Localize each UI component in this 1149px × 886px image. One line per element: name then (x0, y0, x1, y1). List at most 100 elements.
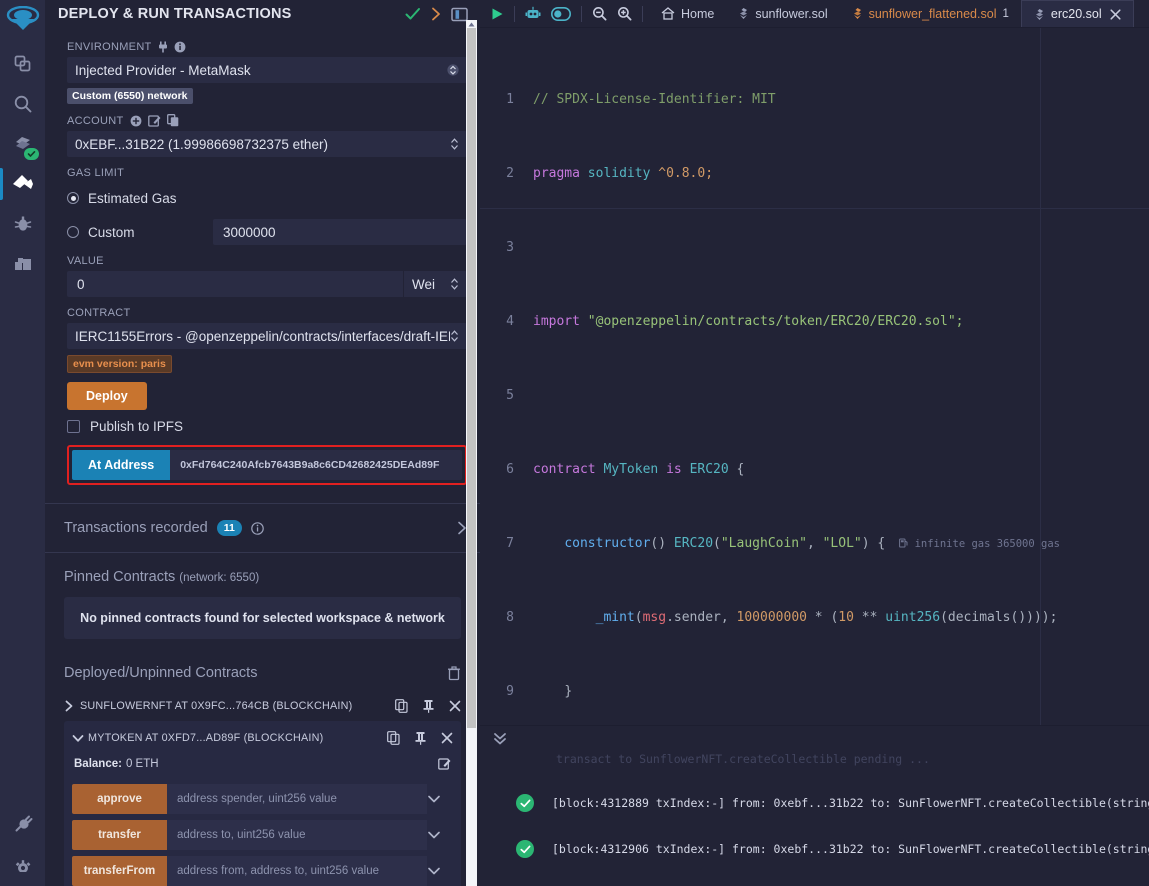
terminal-log-row[interactable]: [block:4312906 txIndex:-] from: 0xebf...… (480, 826, 1149, 872)
sidebar-item-search[interactable] (0, 84, 45, 124)
code-token-open: ( (634, 609, 643, 625)
radio-custom-gas-control[interactable] (67, 226, 79, 238)
line-number: 9 (506, 683, 514, 699)
info-icon[interactable] (251, 521, 264, 535)
sidebar-item-solidity-compiler[interactable] (0, 124, 45, 164)
at-address-button[interactable]: At Address (72, 450, 171, 480)
publish-ipfs-label: Publish to IPFS (90, 419, 184, 434)
contract-name: MYTOKEN AT 0XFD7...AD89F (BLOCKCHAIN) (88, 732, 324, 744)
function-args-approve[interactable]: address spender, uint256 value (167, 784, 427, 814)
trash-icon[interactable] (447, 665, 461, 681)
custom-gas-input[interactable]: 3000000 (213, 219, 467, 245)
code-token-brace: } (564, 683, 573, 699)
code-token-parens: () (650, 535, 667, 551)
line-number: 1 (506, 91, 514, 107)
code-editor[interactable]: 1 // SPDX-License-Identifier: MIT 2 prag… (480, 28, 1149, 725)
function-button-approve[interactable]: approve (72, 784, 167, 814)
scrollbar-thumb[interactable] (467, 28, 476, 728)
balance-row: Balance: 0 ETH (72, 753, 453, 778)
function-button-transferfrom[interactable]: transferFrom (72, 856, 167, 886)
gear-icon[interactable] (0, 844, 45, 886)
editor-tabbar: Home sunflower.sol sunflower_flattened.s… (480, 0, 1149, 28)
function-button-transfer[interactable]: transfer (72, 820, 167, 850)
plug-icon[interactable] (0, 802, 45, 844)
code-line: 7 constructor() ERC20("LaughCoin", "LOL"… (480, 535, 1149, 554)
chevron-right-icon[interactable] (64, 700, 80, 712)
ai-robot-icon[interactable] (525, 6, 541, 21)
edit-icon[interactable] (438, 757, 451, 770)
chevron-down-icon[interactable] (427, 794, 453, 804)
code-token-uint256: uint256 (885, 609, 941, 625)
success-icon (516, 794, 534, 812)
tab-sunflower-flattened-sol[interactable]: sunflower_flattened.sol 1 (840, 0, 1021, 27)
sidebar-item-deploy-run[interactable] (0, 164, 45, 204)
remix-logo-icon[interactable] (6, 6, 40, 32)
close-icon[interactable] (449, 700, 461, 712)
contract-name: SUNFLOWERNFT AT 0X9FC...764CB (BLOCKCHAI… (80, 700, 353, 712)
code-line: 5 (480, 387, 1149, 406)
sidebar-item-file-explorer[interactable] (0, 44, 45, 84)
chevron-down-icon[interactable] (427, 866, 453, 876)
publish-ipfs-row[interactable]: Publish to IPFS (67, 419, 467, 434)
panel-header: DEPLOY & RUN TRANSACTIONS (45, 0, 480, 28)
check-icon[interactable] (405, 7, 421, 21)
radio-estimated-gas-control[interactable] (67, 192, 79, 204)
zoom-out-icon[interactable] (592, 6, 607, 21)
contract-row-expanded[interactable]: MYTOKEN AT 0XFD7...AD89F (BLOCKCHAIN) (72, 723, 453, 753)
pin-icon[interactable] (414, 731, 427, 745)
transactions-recorded-row[interactable]: Transactions recorded 11 (45, 504, 480, 552)
code-token-msg: msg (642, 609, 667, 625)
chevrons-down-icon[interactable] (492, 732, 508, 746)
publish-ipfs-checkbox[interactable] (67, 420, 80, 433)
value-unit-select[interactable]: Wei (403, 271, 467, 297)
sidebar-item-plugin-manager[interactable] (0, 244, 45, 284)
code-token-contract-name: MyToken (603, 461, 659, 477)
edit-icon[interactable] (147, 114, 161, 127)
page-title: DEPLOY & RUN TRANSACTIONS (58, 6, 292, 22)
close-icon[interactable] (1110, 8, 1121, 20)
run-icon[interactable] (490, 7, 504, 21)
network-badge: Custom (6550) network (67, 88, 193, 104)
contract-row-collapsed[interactable]: SUNFLOWERNFT AT 0X9FC...764CB (BLOCKCHAI… (64, 691, 461, 721)
tab-home[interactable]: Home (649, 0, 726, 27)
account-select[interactable]: 0xEBF...31B22 (1.99986698732375 ether) (67, 131, 467, 157)
code-token-import-path: "@openzeppelin/contracts/token/ERC20/ERC… (587, 313, 964, 329)
chevron-down-icon[interactable] (427, 830, 453, 840)
terminal-body[interactable]: transact to SunflowerNFT.createCollectib… (480, 752, 1149, 886)
radio-estimated-gas[interactable]: Estimated Gas (67, 187, 467, 209)
copy-icon[interactable] (387, 731, 400, 745)
chevron-updown-icon (447, 63, 459, 77)
contract-select[interactable]: IERC1155Errors - @openzeppelin/contracts… (67, 323, 467, 349)
deploy-button[interactable]: Deploy (67, 382, 147, 410)
value-input[interactable]: 0 (67, 271, 403, 297)
tab-erc20-sol[interactable]: erc20.sol (1020, 0, 1134, 27)
zoom-in-icon[interactable] (617, 6, 632, 21)
pin-icon[interactable] (422, 699, 435, 713)
sidebar-item-debugger[interactable] (0, 204, 45, 244)
radio-custom-gas-row[interactable]: Custom 3000000 (67, 219, 467, 245)
at-address-input[interactable]: 0xFd764C240Afcb7643B9a8c6CD42682425DEAd8… (170, 450, 462, 480)
environment-select[interactable]: Injected Provider - MetaMask (67, 57, 467, 83)
plus-circle-icon[interactable] (130, 115, 142, 127)
code-token-constructor: constructor (564, 535, 651, 551)
toggle-switch-icon[interactable] (551, 6, 571, 21)
function-args-transferfrom[interactable]: address from, address to, uint256 value (167, 856, 427, 886)
info-icon[interactable] (174, 41, 186, 53)
editor-toolbar (480, 0, 649, 27)
chevron-updown-icon (450, 329, 459, 343)
copy-icon[interactable] (166, 114, 179, 127)
tab-sunflower-sol[interactable]: sunflower.sol (726, 0, 839, 27)
transactions-recorded-label: Transactions recorded (64, 520, 208, 536)
icon-rail (0, 0, 45, 886)
panel-scrollbar[interactable] (466, 20, 477, 886)
balance-value: 0 ETH (125, 757, 159, 770)
terminal-log-row[interactable]: [block:4312889 txIndex:-] from: 0xebf...… (480, 780, 1149, 826)
function-args-transfer[interactable]: address to, uint256 value (167, 820, 427, 850)
scroll-up-arrow-icon[interactable] (466, 20, 477, 28)
chevron-right-icon[interactable] (431, 7, 441, 21)
line-number: 6 (506, 461, 514, 477)
close-icon[interactable] (441, 732, 453, 744)
code-token-decimals: (decimals()))); (940, 609, 1058, 625)
chevron-down-icon[interactable] (72, 733, 88, 744)
copy-icon[interactable] (395, 699, 408, 713)
